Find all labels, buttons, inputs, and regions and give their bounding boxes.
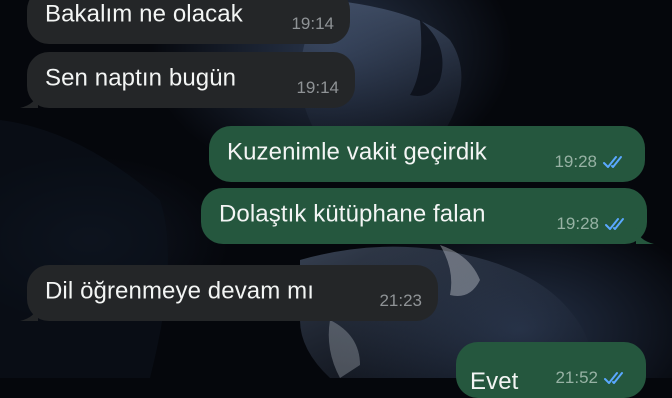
message-meta: 19:14 (296, 78, 339, 98)
message-meta: 21:52 (555, 368, 630, 388)
bubble-tail (636, 228, 654, 244)
bubble-tail (20, 92, 38, 108)
message-meta: 19:28 (556, 214, 631, 234)
message-bubble-incoming[interactable]: Sen naptın bugün 19:14 (20, 52, 355, 108)
message-text: Sen naptın bugün (45, 64, 237, 92)
message-time: 19:28 (554, 152, 597, 171)
message-bubble-incoming[interactable]: Bakalım ne olacak 19:14 (27, 0, 350, 44)
message-meta: 21:23 (379, 291, 422, 311)
message-bubble-outgoing[interactable]: Dolaştık kütüphane falan 19:28 (201, 188, 654, 244)
bubble-tail (20, 305, 38, 321)
message-time: 19:28 (556, 214, 599, 233)
message-text: Evet (470, 368, 519, 395)
message-list[interactable]: Bakalım ne olacak 19:14 Sen naptın bugün… (0, 0, 672, 398)
double-check-read-icon (604, 372, 623, 384)
message-text: Bakalım ne olacak (45, 0, 243, 28)
message-bubble-outgoing[interactable]: Evet 21:52 (456, 342, 646, 398)
message-bubble-outgoing[interactable]: Kuzenimle vakit geçirdik 19:28 (209, 126, 645, 182)
message-text: Kuzenimle vakit geçirdik (227, 138, 487, 166)
message-time: 21:23 (379, 291, 422, 310)
message-meta: 19:14 (291, 14, 334, 34)
double-check-read-icon (603, 156, 622, 168)
message-time: 21:52 (555, 368, 598, 387)
message-time: 19:14 (291, 14, 334, 33)
message-text: Dil öğrenmeye devam mı (45, 277, 314, 305)
message-time: 19:14 (296, 78, 339, 97)
message-meta: 19:28 (554, 152, 629, 172)
message-text: Dolaştık kütüphane falan (219, 200, 486, 228)
double-check-read-icon (605, 218, 624, 230)
message-bubble-incoming[interactable]: Dil öğrenmeye devam mı 21:23 (20, 265, 438, 321)
